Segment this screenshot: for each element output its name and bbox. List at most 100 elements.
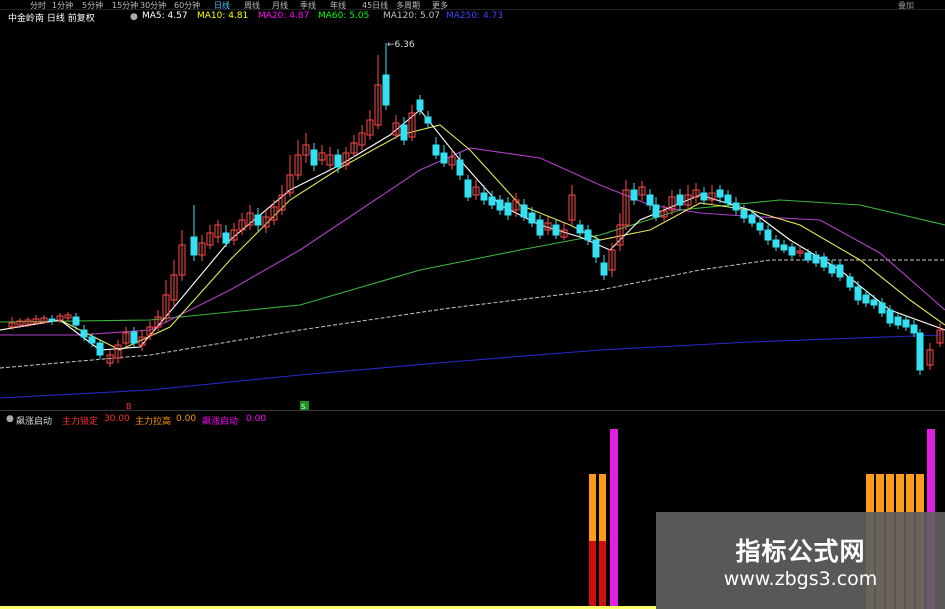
ma60-line bbox=[0, 199, 945, 323]
candle-body bbox=[456, 159, 464, 176]
candle-body bbox=[646, 194, 654, 206]
candle-body bbox=[804, 252, 812, 261]
overlay-button[interactable]: 叠加 bbox=[898, 0, 914, 11]
period-tab-10[interactable]: 年线 bbox=[330, 0, 346, 11]
sub-indicator-item-5: 0.00 bbox=[246, 414, 267, 424]
candle-body bbox=[96, 342, 104, 356]
period-tab-1[interactable]: 1分钟 bbox=[52, 0, 73, 11]
settings-dot-icon[interactable]: ● bbox=[130, 12, 138, 22]
candle-body bbox=[878, 302, 886, 314]
candlestick-chart[interactable]: ←6.36 B S bbox=[0, 25, 945, 410]
candle-body bbox=[440, 152, 448, 164]
candle-body bbox=[528, 212, 536, 224]
candle-body bbox=[894, 316, 902, 326]
ma-label-3: MA60: 5.05 bbox=[318, 11, 370, 21]
candle-body bbox=[740, 209, 748, 219]
ma-label-5: MA250: 4.73 bbox=[446, 11, 504, 21]
candle-body bbox=[886, 309, 894, 324]
candle-body bbox=[732, 202, 740, 211]
sub-indicator-item-3: 0.00 bbox=[176, 414, 197, 424]
period-tab-5[interactable]: 60分钟 bbox=[174, 0, 200, 11]
candle-body bbox=[700, 192, 708, 201]
period-toolbar: 分时 1分钟 5分钟 15分钟 30分钟 60分钟 日线 周线 月线 季线 年线 45日线 多周期 更多 叠… bbox=[0, 0, 945, 10]
candle-body bbox=[424, 116, 432, 124]
candle-body bbox=[902, 319, 910, 328]
candle-body bbox=[190, 236, 198, 256]
candle-body bbox=[552, 224, 560, 236]
high-price-label: ←6.36 bbox=[387, 40, 415, 50]
period-tab-9[interactable]: 季线 bbox=[300, 0, 316, 11]
candle-body bbox=[88, 336, 96, 344]
period-tab-2[interactable]: 5分钟 bbox=[82, 0, 103, 11]
candle-body bbox=[788, 246, 796, 256]
signal-bar-red bbox=[599, 541, 606, 609]
candle-body bbox=[828, 264, 836, 274]
candle-body bbox=[756, 222, 764, 231]
candle-body bbox=[862, 294, 870, 304]
candle-body bbox=[222, 232, 230, 244]
watermark-url: www.zbgs3.com bbox=[723, 568, 878, 590]
candle-body bbox=[382, 74, 390, 106]
candle-body bbox=[584, 229, 592, 241]
candle-body bbox=[764, 229, 772, 241]
period-tab-11[interactable]: 45日线 bbox=[362, 0, 388, 11]
candle-body bbox=[724, 194, 732, 204]
sell-marker: S bbox=[301, 403, 306, 410]
candle-body bbox=[716, 189, 724, 198]
candle-body bbox=[748, 214, 756, 224]
candle-body bbox=[504, 202, 512, 216]
candle-body bbox=[488, 196, 496, 206]
ma-label-4: MA120: 5.07 bbox=[383, 11, 441, 21]
candle-body bbox=[600, 262, 608, 276]
candle-body bbox=[80, 329, 88, 338]
candle-body bbox=[630, 189, 638, 201]
period-tab-12[interactable]: 多周期 bbox=[396, 0, 420, 11]
ma20-line bbox=[0, 147, 945, 336]
candle-body bbox=[592, 239, 600, 258]
ma-label-2: MA20: 4.87 bbox=[258, 11, 310, 21]
watermark-title: 指标公式网 bbox=[735, 537, 866, 566]
ma-label-1: MA10: 4.81 bbox=[197, 11, 249, 21]
ma5-line bbox=[0, 109, 945, 351]
period-tab-13[interactable]: 更多 bbox=[432, 0, 448, 11]
indicator-header: 中金岭南 日线 前复权 ● MA5: 4.57 MA10: 4.81 MA20: 4… bbox=[0, 11, 945, 24]
buy-marker: B bbox=[126, 402, 132, 410]
candle-body bbox=[652, 204, 660, 218]
candle-body bbox=[854, 286, 862, 301]
settings-dot-icon[interactable]: ● bbox=[6, 414, 14, 424]
candle-body bbox=[432, 144, 440, 156]
stock-title: 中金岭南 日线 前复权 bbox=[8, 14, 95, 24]
candle-body bbox=[916, 332, 924, 371]
ma120-line bbox=[0, 259, 945, 369]
candle-body bbox=[772, 239, 780, 248]
period-tab-8[interactable]: 月线 bbox=[272, 0, 288, 11]
candle-body bbox=[820, 256, 828, 268]
candle-body bbox=[576, 224, 584, 234]
candle-body bbox=[812, 254, 820, 264]
period-tab-7[interactable]: 周线 bbox=[244, 0, 260, 11]
candle-body bbox=[836, 264, 844, 278]
candle-body bbox=[496, 199, 504, 211]
candle-body bbox=[536, 219, 544, 236]
candle-body bbox=[310, 149, 318, 166]
signal-bar-magenta bbox=[610, 429, 618, 609]
period-tab-4[interactable]: 30分钟 bbox=[140, 0, 166, 11]
candle-body bbox=[464, 179, 472, 198]
candle-body bbox=[130, 331, 138, 344]
candle-body bbox=[254, 214, 262, 226]
candle-body bbox=[520, 204, 528, 218]
candle-body bbox=[870, 299, 878, 306]
signal-bar-red bbox=[589, 541, 596, 609]
candle-body bbox=[72, 316, 80, 326]
sub-indicator-item-1: 30.00 bbox=[104, 414, 130, 424]
period-tab-0[interactable]: 分时 bbox=[30, 0, 46, 11]
candle-body bbox=[400, 124, 408, 141]
period-tab-3[interactable]: 15分钟 bbox=[112, 0, 138, 11]
sub-indicator-header: ● 飙涨启动 主力锁定 30.00 主力拉高 0.00 飙涨启动 0.00 bbox=[0, 414, 600, 427]
panel-divider bbox=[0, 410, 945, 411]
candle-body bbox=[416, 99, 424, 111]
period-tab-6[interactable]: 日线 bbox=[214, 0, 230, 11]
site-watermark: 指标公式网 www.zbgs3.com bbox=[656, 512, 945, 609]
candle-body bbox=[780, 244, 788, 251]
candle-body bbox=[334, 154, 342, 168]
